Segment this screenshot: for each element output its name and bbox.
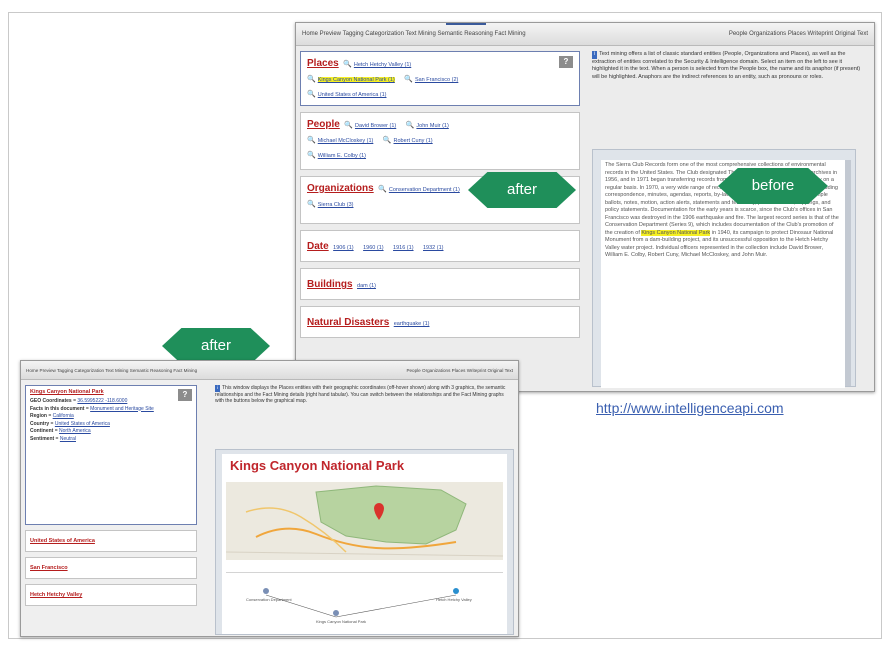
- date-link[interactable]: 1932 (1): [423, 245, 444, 251]
- after-label-top: after: [468, 172, 576, 208]
- buildings-box: Buildings dam (1): [300, 268, 580, 300]
- date-box: Date 1906 (1) 1960 (1) 1916 (1) 1932 (1): [300, 230, 580, 262]
- date-title[interactable]: Date: [307, 241, 329, 252]
- search-icon: 🔍: [307, 152, 316, 159]
- graph-node-label: Conservation Department: [246, 597, 292, 602]
- map-panel: Kings Canyon National Park Conservation …: [215, 449, 514, 635]
- help-text: i This window displays the Places entitie…: [215, 385, 506, 404]
- place-item[interactable]: Hetch Hetchy Valley: [25, 584, 197, 606]
- nav-left-tabs[interactable]: Home Preview Tagging Categorization Text…: [302, 31, 526, 37]
- person-link[interactable]: John Muir (1): [416, 123, 448, 129]
- place-details: GEO Coordinates = 36.5995222 -118.6000 F…: [30, 398, 154, 442]
- person-link[interactable]: William E. Colby (1): [318, 153, 366, 159]
- places-map-screenshot: Home Preview Tagging Categorization Text…: [20, 360, 519, 637]
- places-box: ? Places 🔍 Hetch Hetchy Valley (1) 🔍 Kings…: [300, 51, 580, 106]
- top-nav: Home Preview Tagging Categorization Text…: [21, 361, 518, 380]
- source-url[interactable]: http://www.intelligenceapi.com: [596, 400, 784, 416]
- active-tab-marker: [446, 23, 486, 25]
- org-link[interactable]: Sierra Club (3): [318, 202, 354, 208]
- date-link[interactable]: 1906 (1): [333, 245, 354, 251]
- disasters-title[interactable]: Natural Disasters: [307, 317, 389, 328]
- places-title[interactable]: Places: [307, 58, 339, 69]
- selected-place-box: ? Kings Canyon National Park GEO Coordin…: [25, 385, 197, 525]
- date-link[interactable]: 1960 (1): [363, 245, 384, 251]
- search-icon: 🔍: [404, 76, 413, 83]
- search-icon: 🔍: [343, 61, 352, 68]
- person-link[interactable]: Michael McCloskey (1): [318, 138, 374, 144]
- search-icon: 🔍: [307, 137, 316, 144]
- places-list: ? Kings Canyon National Park GEO Coordin…: [25, 385, 197, 611]
- person-link[interactable]: David Brower (1): [355, 123, 396, 129]
- search-icon: 🔍: [307, 201, 316, 208]
- place-link-selected[interactable]: Kings Canyon National Park (1): [317, 77, 395, 83]
- before-label: before: [718, 168, 828, 204]
- person-link[interactable]: Robert Cuny (1): [394, 138, 433, 144]
- after-label-bottom: after: [162, 328, 270, 364]
- relationship-graph[interactable]: Conservation Department Hetch Hetchy Val…: [226, 572, 503, 633]
- info-icon: i: [592, 51, 598, 59]
- search-icon: 🔍: [405, 122, 415, 129]
- graph-node-label: Hetch Hetchy Valley: [436, 597, 472, 602]
- text-mining-screenshot: Home Preview Tagging Categorization Text…: [295, 22, 875, 392]
- graph-node-icon: [263, 588, 269, 594]
- people-box: People 🔍 David Brower (1) 🔍 John Muir (1) …: [300, 112, 580, 170]
- map-title: Kings Canyon National Park: [230, 458, 405, 473]
- help-button[interactable]: ?: [178, 389, 192, 401]
- graph-node-icon: [453, 588, 459, 594]
- nav-right-tabs[interactable]: People Organizations Places Writeprint O…: [406, 368, 513, 373]
- graph-node-label: Kings Canyon National Park: [316, 619, 367, 624]
- search-icon: 🔍: [378, 186, 387, 193]
- place-item[interactable]: United States of America: [25, 530, 197, 552]
- place-item[interactable]: San Francisco: [25, 557, 197, 579]
- buildings-title[interactable]: Buildings: [307, 279, 353, 290]
- people-title[interactable]: People: [307, 119, 340, 130]
- map-graphic: [226, 482, 503, 560]
- help-text: i Text mining offers a list of classic st…: [592, 51, 861, 80]
- search-icon: 🔍: [382, 137, 392, 144]
- map-container: Kings Canyon National Park Conservation …: [222, 454, 507, 634]
- help-button[interactable]: ?: [559, 56, 573, 68]
- nav-left-tabs[interactable]: Home Preview Tagging Categorization Text…: [26, 368, 197, 373]
- search-icon: 🔍: [307, 91, 316, 98]
- search-icon: 🔍: [344, 122, 353, 129]
- org-link[interactable]: Conservation Department (1): [389, 187, 460, 193]
- graph-node-icon: [333, 610, 339, 616]
- geo-map[interactable]: [226, 482, 503, 560]
- date-link[interactable]: 1916 (1): [393, 245, 414, 251]
- top-nav: Home Preview Tagging Categorization Text…: [296, 23, 874, 46]
- disasters-box: Natural Disasters earthquake (1): [300, 306, 580, 338]
- organizations-title[interactable]: Organizations: [307, 183, 374, 194]
- graph-graphic: [263, 588, 459, 618]
- nav-right-tabs[interactable]: People Organizations Places Writeprint O…: [729, 31, 868, 37]
- place-link[interactable]: United States of America (1): [318, 92, 387, 98]
- disaster-link[interactable]: earthquake (1): [394, 321, 430, 327]
- scrollbar[interactable]: [845, 160, 851, 386]
- place-link[interactable]: San Francisco (2): [415, 77, 458, 83]
- building-link[interactable]: dam (1): [357, 283, 376, 289]
- search-icon: 🔍: [307, 76, 316, 83]
- highlighted-entity: Kings Canyon National Park: [641, 229, 711, 236]
- selected-place-title[interactable]: Kings Canyon National Park: [30, 389, 192, 395]
